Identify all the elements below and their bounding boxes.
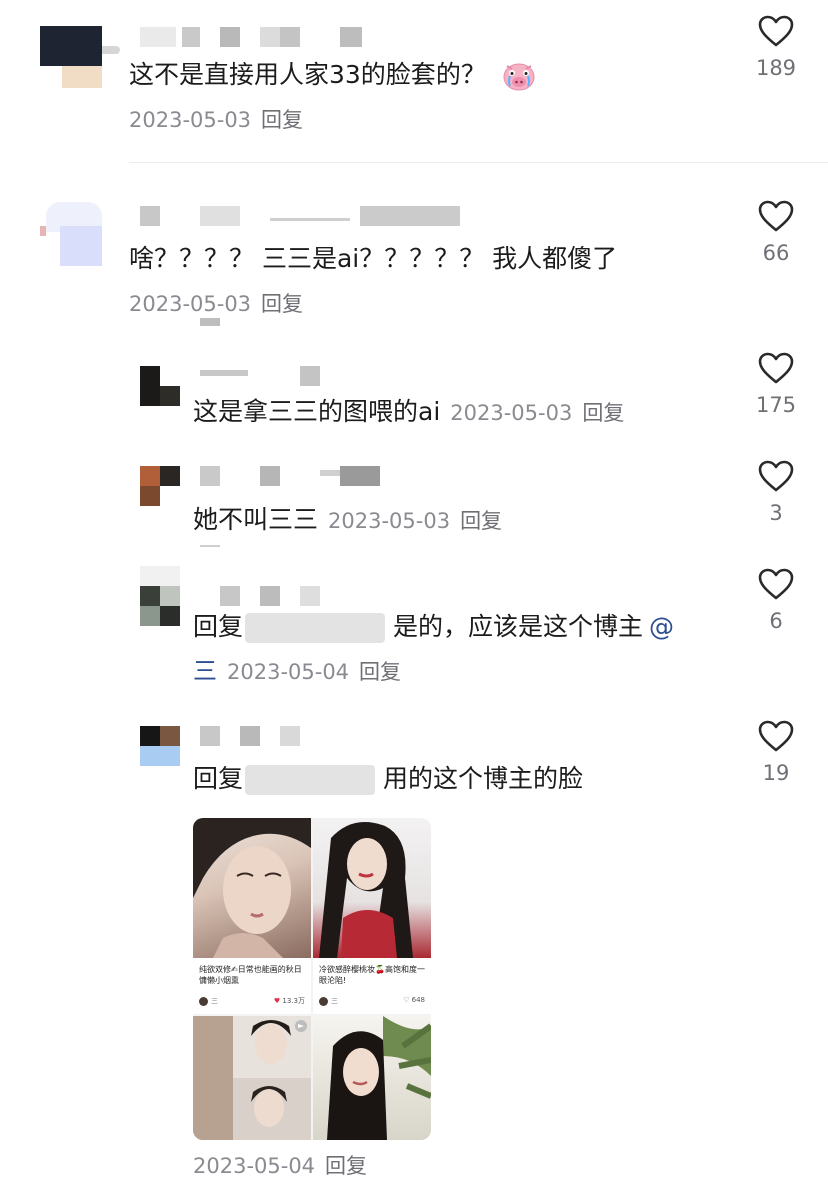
post-photo-portrait: [313, 818, 431, 958]
post-card: 纯欲双修✍日常也能画的秋日慵懒小烟熏 三 ♥ 13.3万: [193, 818, 311, 1014]
comment-text-content: 这不是直接用人家33的脸套的？: [129, 60, 486, 89]
reply-prefix: 回复: [193, 764, 244, 793]
attachment-meta: 2023-05-04 回复: [193, 1151, 367, 1181]
avatar[interactable]: [38, 196, 102, 266]
comment-date: 2023-05-03: [129, 292, 252, 316]
reply-button[interactable]: 回复: [261, 292, 303, 316]
like-count: 6: [769, 609, 783, 633]
comment-divider: [129, 162, 828, 163]
username-blurred[interactable]: [200, 366, 320, 386]
heart-outline-icon: [758, 460, 794, 492]
post-author: 三: [199, 996, 218, 1006]
comment-date: 2023-05-04: [227, 660, 350, 684]
post-title: 冷欲感醉樱桃妆🍒高饱和度一眼沦陷!: [319, 965, 425, 985]
comment-date: 2023-05-03: [129, 108, 252, 132]
heart-outline-icon: [758, 200, 794, 232]
comment-date: 2023-05-04: [193, 1154, 316, 1178]
attached-image[interactable]: 纯欲双修✍日常也能画的秋日慵懒小烟熏 三 ♥ 13.3万 冷欲感醉樱桃妆🍒高饱和…: [193, 818, 431, 1140]
reply-button[interactable]: 回复: [261, 108, 303, 132]
heart-outline-icon: [758, 720, 794, 752]
post-likes: ♡ 648: [403, 996, 425, 1004]
comment-meta: 2023-05-03 回复: [328, 509, 502, 533]
post-card: [193, 1016, 311, 1140]
comment-text-content: 这是拿三三的图喂的ai: [193, 397, 441, 426]
comment-date: 2023-05-03: [328, 509, 451, 533]
heart-outline-icon: [758, 568, 794, 600]
avatar[interactable]: [140, 466, 180, 506]
comment-text: 她不叫三三 2023-05-03 回复: [193, 503, 502, 538]
reply-button[interactable]: 回复: [582, 401, 624, 425]
avatar[interactable]: [140, 366, 180, 406]
avatar[interactable]: [140, 566, 180, 626]
comment-text: 这是拿三三的图喂的ai 2023-05-03 回复: [193, 395, 624, 430]
like-count: 189: [755, 56, 797, 80]
reply-button[interactable]: 回复: [325, 1154, 367, 1178]
comment-meta: 2023-05-03 回复: [129, 105, 303, 135]
post-likes: ♥ 13.3万: [273, 997, 305, 1005]
heart-outline-icon: [758, 15, 794, 47]
comment-meta: 2023-05-03 回复: [450, 401, 624, 425]
post-card: [313, 1016, 431, 1140]
heart-outline-icon: [758, 352, 794, 384]
post-author: 三: [319, 996, 338, 1006]
username-blurred[interactable]: [200, 726, 300, 746]
post-card: 冷欲感醉樱桃妆🍒高饱和度一眼沦陷! 三 ♡ 648: [313, 818, 431, 1014]
post-photo-portrait: [313, 1016, 431, 1140]
post-title: 纯欲双修✍日常也能画的秋日慵懒小烟熏: [199, 965, 302, 985]
comment-text: 回复 是的，应该是这个博主 @: [193, 610, 674, 644]
post-photo-portrait: [193, 818, 311, 958]
like-count: 19: [762, 761, 790, 785]
username-blurred[interactable]: [140, 206, 460, 226]
comment-meta: 三 2023-05-04 回复: [193, 656, 401, 687]
avatar[interactable]: [140, 726, 180, 766]
like-count: 3: [769, 501, 783, 525]
like-count: 175: [755, 393, 797, 417]
comment-date: 2023-05-03: [450, 401, 573, 425]
comment-text: 这不是直接用人家33的脸套的？: [129, 58, 536, 92]
comment-text-content: 用的这个博主的脸: [383, 764, 584, 793]
like-button[interactable]: 19: [746, 720, 806, 786]
comment-text-content: 她不叫三三: [193, 505, 319, 534]
like-count: 66: [762, 241, 790, 265]
like-button[interactable]: 66: [746, 200, 806, 266]
comment-text-content: 是的，应该是这个博主: [393, 612, 644, 641]
like-button[interactable]: 6: [746, 568, 806, 634]
username-blurred[interactable]: [140, 27, 362, 47]
reply-prefix: 回复: [193, 612, 244, 641]
username-blurred[interactable]: [220, 586, 320, 606]
mentioned-user-blurred[interactable]: [245, 613, 386, 643]
avatar[interactable]: [40, 26, 102, 88]
reply-button[interactable]: 回复: [359, 660, 401, 684]
reply-button[interactable]: 回复: [460, 509, 502, 533]
crying-pig-emoji-icon: [502, 61, 536, 91]
like-button[interactable]: 175: [746, 352, 806, 418]
mentioned-user-blurred[interactable]: [245, 765, 376, 795]
mention-link[interactable]: 三: [193, 657, 217, 685]
post-photo-collage: [193, 1016, 311, 1140]
like-button[interactable]: 3: [746, 460, 806, 526]
comment-meta: 2023-05-03 回复: [129, 289, 303, 319]
like-button[interactable]: 189: [746, 15, 806, 81]
comment-text: 回复 用的这个博主的脸: [193, 762, 583, 796]
comment-text: 啥？？？？ 三三是ai？？？？？ 我人都傻了: [129, 244, 618, 273]
mention-at[interactable]: @: [649, 612, 674, 641]
username-blurred[interactable]: [200, 466, 380, 486]
